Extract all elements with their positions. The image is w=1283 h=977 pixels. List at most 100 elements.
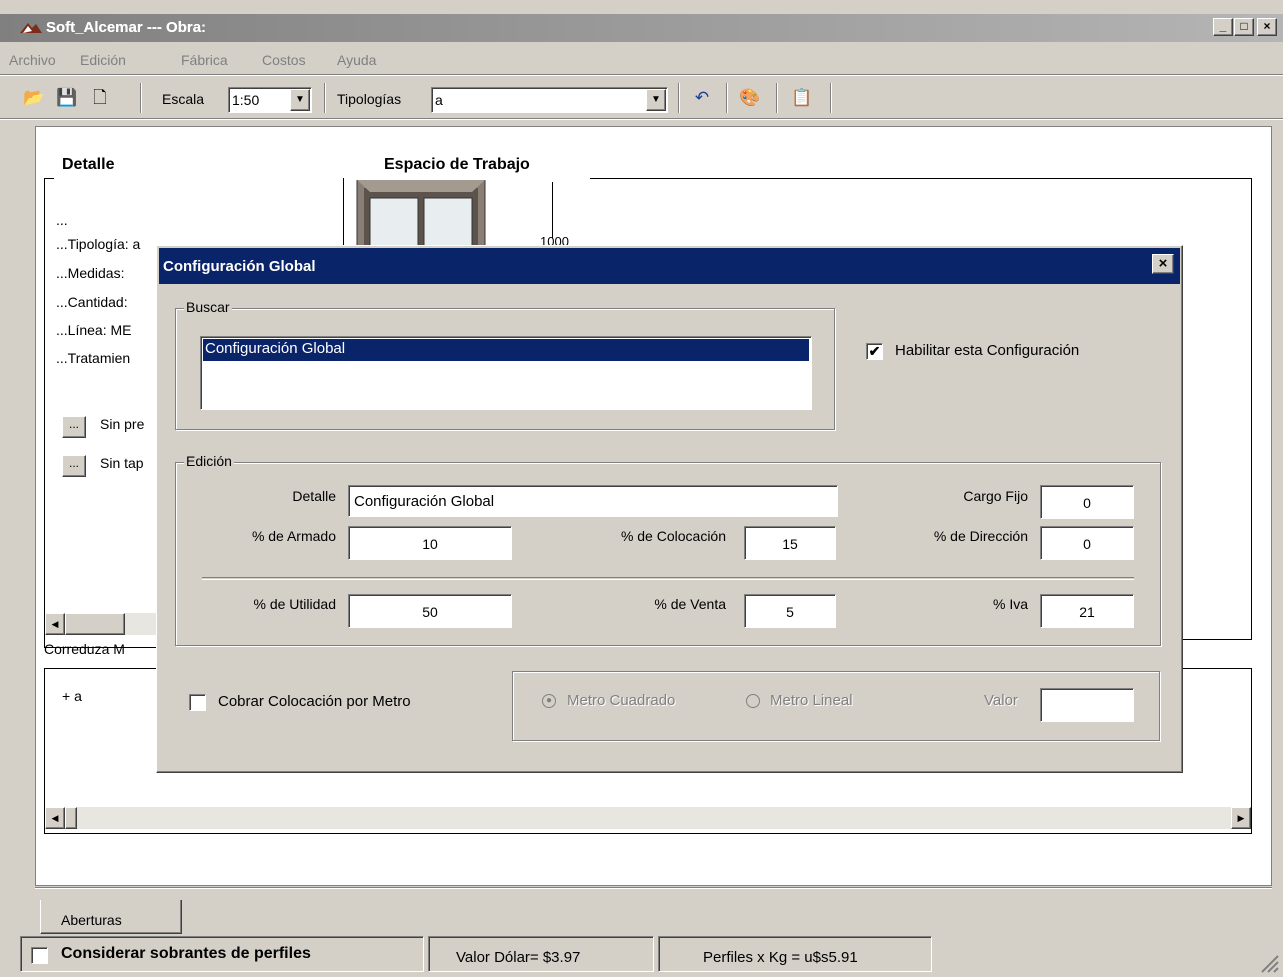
detalle-input-value: Configuración Global bbox=[354, 493, 495, 510]
cargo-fijo-label: Cargo Fijo bbox=[963, 488, 1028, 504]
cobrar-label: Cobrar Colocación por Metro bbox=[218, 693, 411, 710]
close-button[interactable]: × bbox=[1257, 18, 1277, 36]
chevron-down-icon[interactable]: ▼ bbox=[290, 89, 310, 111]
menu-fabrica[interactable]: Fábrica bbox=[181, 52, 228, 68]
sin-pre-label: Sin pre bbox=[100, 416, 145, 432]
buscar-label: Buscar bbox=[184, 299, 232, 315]
toolbar-separator bbox=[776, 83, 778, 113]
title-bar: Soft_Alcemar --- Obra: _ □ × bbox=[0, 0, 1283, 42]
iva-input[interactable]: 21 bbox=[1040, 594, 1134, 628]
detalle-frame-top bbox=[44, 178, 54, 179]
iva-label: % Iva bbox=[992, 596, 1028, 612]
armado-input[interactable]: 10 bbox=[348, 526, 512, 560]
venta-label: % de Venta bbox=[654, 596, 726, 612]
menu-costos[interactable]: Costos bbox=[262, 52, 306, 68]
app-icon bbox=[20, 20, 42, 34]
buscar-list[interactable]: Configuración Global bbox=[200, 336, 812, 410]
espacio-frame-top bbox=[590, 178, 1252, 179]
scroll-left-icon[interactable]: ◀ bbox=[45, 613, 65, 635]
toolbar-separator bbox=[324, 83, 326, 113]
venta-value: 5 bbox=[786, 604, 794, 620]
scroll-thumb[interactable] bbox=[65, 613, 125, 635]
save-icon[interactable]: 💾 bbox=[55, 86, 79, 110]
armado-label: % de Armado bbox=[251, 528, 336, 544]
buscar-list-item[interactable]: Configuración Global bbox=[203, 339, 809, 361]
habilitar-checkbox[interactable]: ✔ bbox=[866, 343, 883, 360]
sin-tap-label: Sin tap bbox=[100, 455, 144, 471]
detalle-line: ... bbox=[56, 212, 68, 228]
tipologias-select[interactable]: a ▼ bbox=[431, 87, 668, 113]
considerar-checkbox[interactable] bbox=[31, 947, 48, 964]
lower-scrollbar[interactable]: ◀ ▶ bbox=[45, 807, 1251, 829]
colocacion-value: 15 bbox=[782, 536, 798, 552]
toolbar-separator bbox=[678, 83, 680, 113]
copy-icon[interactable]: 📋 bbox=[790, 86, 814, 110]
dialog-close-button[interactable]: × bbox=[1152, 254, 1174, 274]
tab-aberturas[interactable]: Aberturas bbox=[40, 900, 182, 934]
armado-value: 10 bbox=[422, 536, 438, 552]
edicion-label: Edición bbox=[184, 453, 234, 469]
cargo-fijo-input[interactable]: 0 bbox=[1040, 485, 1134, 519]
utilidad-label: % de Utilidad bbox=[253, 596, 337, 612]
edicion-divider bbox=[202, 577, 1134, 580]
undo-icon[interactable]: ↶ bbox=[690, 86, 714, 110]
sin-tap-button[interactable]: ... bbox=[62, 455, 86, 477]
open-icon[interactable]: 📂 bbox=[22, 86, 46, 110]
chevron-down-icon[interactable]: ▼ bbox=[646, 89, 666, 111]
tab-strip-line bbox=[35, 887, 1272, 889]
toolbar-divider bbox=[0, 118, 1283, 120]
cobrar-checkbox[interactable] bbox=[189, 694, 206, 711]
detalle-title: Detalle bbox=[56, 156, 121, 174]
window-title: Soft_Alcemar --- Obra: bbox=[46, 19, 207, 36]
minimize-button[interactable]: _ bbox=[1213, 18, 1233, 36]
escala-select[interactable]: 1:50 ▼ bbox=[228, 87, 312, 113]
metro-lineal-label: Metro Lineal bbox=[770, 692, 853, 709]
maximize-button[interactable]: □ bbox=[1234, 18, 1254, 36]
toolbar-separator bbox=[830, 83, 832, 113]
espacio-title: Espacio de Trabajo bbox=[378, 156, 536, 174]
perfiles-value: Perfiles x Kg = u$s5.91 bbox=[703, 949, 858, 966]
menu-archivo[interactable]: Archivo bbox=[9, 52, 56, 68]
utilidad-value: 50 bbox=[422, 604, 438, 620]
new-icon[interactable]: 🗋 bbox=[88, 86, 112, 110]
detalle-line: ...Medidas: bbox=[56, 265, 125, 281]
scroll-right-icon[interactable]: ▶ bbox=[1231, 807, 1251, 829]
tipologias-label: Tipologías bbox=[337, 91, 402, 107]
habilitar-label: Habilitar esta Configuración bbox=[895, 342, 1080, 359]
sin-pre-button[interactable]: ... bbox=[62, 416, 86, 438]
colocacion-input[interactable]: 15 bbox=[744, 526, 836, 560]
menu-edicion[interactable]: Edición bbox=[80, 52, 126, 68]
escala-label: Escala bbox=[162, 91, 205, 107]
resize-grip-icon[interactable] bbox=[1256, 950, 1280, 974]
toolbar-separator bbox=[140, 83, 142, 113]
valor-label: Valor bbox=[984, 692, 1018, 709]
direccion-label: % de Dirección bbox=[933, 528, 1028, 544]
colocacion-label: % de Colocación bbox=[620, 528, 726, 544]
considerar-label: Considerar sobrantes de perfiles bbox=[61, 945, 311, 962]
menu-divider bbox=[0, 74, 1283, 76]
detalle-line: ...Tipología: a bbox=[56, 236, 141, 252]
scroll-thumb[interactable] bbox=[65, 807, 77, 829]
direccion-input[interactable]: 0 bbox=[1040, 526, 1134, 560]
detalle-line: ...Cantidad: bbox=[56, 294, 128, 310]
list-item[interactable]: + a bbox=[62, 688, 82, 704]
detalle-line: ...Línea: ME bbox=[56, 322, 132, 338]
valor-input[interactable] bbox=[1040, 688, 1134, 722]
detalle-field-label: Detalle bbox=[292, 488, 336, 504]
tab-aberturas-label: Aberturas bbox=[61, 912, 122, 928]
metro-cuadrado-label: Metro Cuadrado bbox=[567, 692, 676, 709]
toolbar-separator bbox=[726, 83, 728, 113]
tipologias-value: a bbox=[435, 92, 443, 108]
paint-icon[interactable]: 🎨 bbox=[738, 86, 762, 110]
scroll-left-icon[interactable]: ◀ bbox=[45, 807, 65, 829]
venta-input[interactable]: 5 bbox=[744, 594, 836, 628]
dolar-value: Valor Dólar= $3.97 bbox=[456, 949, 581, 966]
dialog-title: Configuración Global bbox=[163, 258, 316, 275]
detalle-line: ...Tratamien bbox=[56, 350, 131, 366]
escala-value: 1:50 bbox=[232, 92, 260, 108]
status-dolar: Valor Dólar= $3.97 bbox=[428, 936, 654, 972]
iva-value: 21 bbox=[1079, 604, 1095, 620]
menu-ayuda[interactable]: Ayuda bbox=[337, 52, 376, 68]
utilidad-input[interactable]: 50 bbox=[348, 594, 512, 628]
detalle-input[interactable]: Configuración Global bbox=[348, 485, 838, 517]
